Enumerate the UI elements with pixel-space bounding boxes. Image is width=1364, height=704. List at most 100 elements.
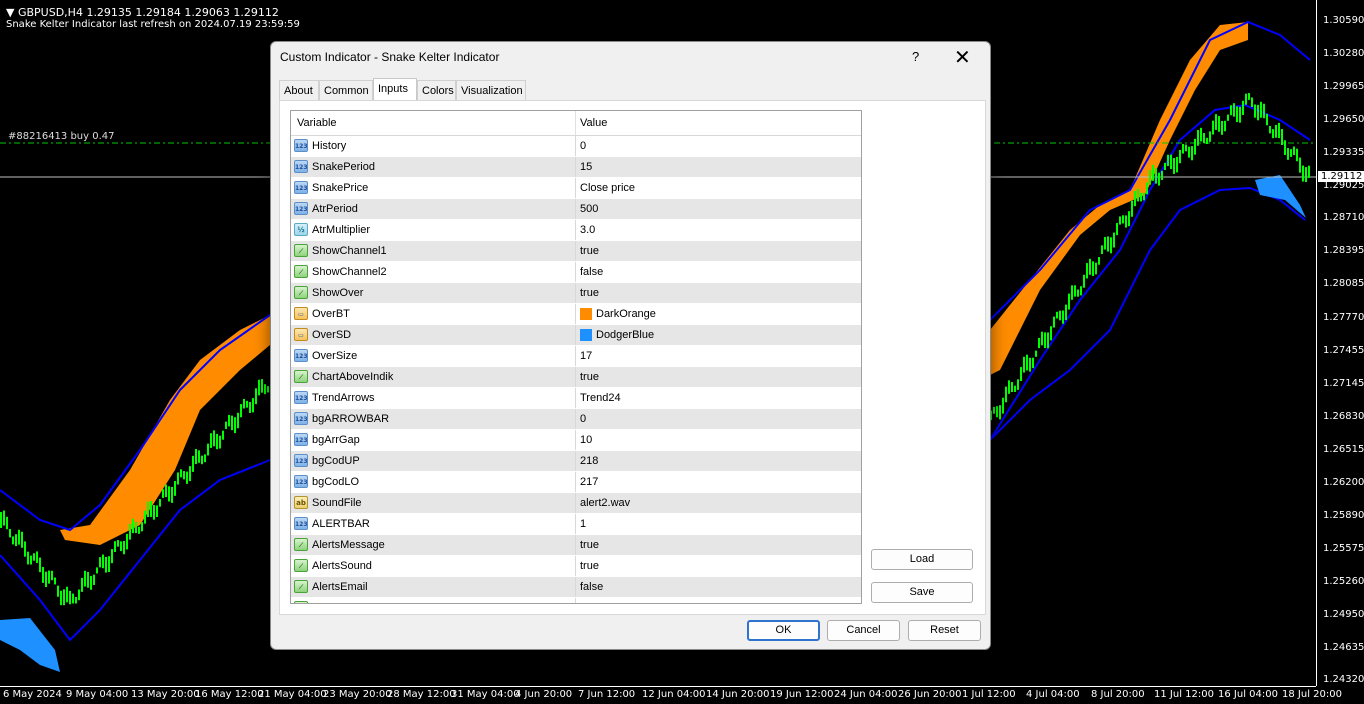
input-row[interactable]: ab SoundFile alert2.wav [291, 493, 861, 514]
input-row[interactable]: ⟋ ShowOver true [291, 283, 861, 304]
input-row[interactable]: ½ AtrMultiplier 3.0 [291, 220, 861, 241]
value-cell[interactable]: alert2.wav [575, 493, 861, 513]
input-row[interactable]: ▭ OverSD DodgerBlue [291, 325, 861, 346]
time-axis[interactable]: 6 May 2024 9 May 04:00 13 May 20:00 16 May … [0, 686, 1342, 704]
input-row[interactable]: 123 History 0 [291, 136, 861, 157]
variable-value[interactable]: DodgerBlue [596, 329, 654, 341]
candle [1035, 350, 1037, 357]
value-cell[interactable]: 0 [575, 409, 861, 429]
value-cell[interactable]: 17 [575, 346, 861, 366]
value-cell[interactable]: DarkOrange [575, 304, 861, 324]
input-row[interactable]: 123 bgARROWBAR 0 [291, 409, 861, 430]
input-row[interactable]: 123 bgCodLO 217 [291, 472, 861, 493]
color-swatch[interactable] [580, 329, 592, 341]
value-cell[interactable]: true [575, 283, 861, 303]
variable-value[interactable]: 17 [580, 350, 592, 362]
cancel-button[interactable]: Cancel [827, 620, 900, 641]
input-row[interactable]: 123 OverSize 17 [291, 346, 861, 367]
input-row[interactable]: 123 AtrPeriod 500 [291, 199, 861, 220]
variable-value[interactable]: 0 [580, 140, 586, 152]
variable-value[interactable]: Close price [580, 182, 635, 194]
candle [0, 512, 2, 528]
variable-value[interactable]: 3.0 [580, 224, 595, 236]
variable-value[interactable]: 0 [580, 413, 586, 425]
value-cell[interactable]: true [575, 241, 861, 261]
input-row[interactable]: ⟋ AlertsEmail false [291, 577, 861, 598]
value-cell[interactable]: 1 [575, 514, 861, 534]
input-row[interactable]: 123 ALERTBAR 1 [291, 514, 861, 535]
input-row[interactable]: ⟋ ShowChannel2 false [291, 262, 861, 283]
variable-value[interactable]: 10 [580, 434, 592, 446]
variable-value[interactable]: false [580, 602, 603, 603]
input-row[interactable]: ⟋ AlertsSound true [291, 556, 861, 577]
candle [1011, 382, 1013, 393]
tab-about[interactable]: About [279, 80, 319, 100]
close-icon[interactable]: ✕ [954, 45, 971, 70]
variable-value[interactable]: Trend24 [580, 392, 621, 404]
header-divider[interactable] [575, 111, 576, 135]
value-cell[interactable]: 217 [575, 472, 861, 492]
value-cell[interactable]: true [575, 556, 861, 576]
value-cell[interactable]: 3.0 [575, 220, 861, 240]
variable-value[interactable]: alert2.wav [580, 497, 630, 509]
tab-common[interactable]: Common [319, 80, 373, 100]
input-row[interactable]: ⟋ AlertsMessage true [291, 535, 861, 556]
candle [1065, 304, 1067, 321]
tab-visualization[interactable]: Visualization [456, 80, 526, 100]
variable-value[interactable]: true [580, 560, 599, 572]
value-cell[interactable]: 500 [575, 199, 861, 219]
load-button[interactable]: Load [871, 549, 973, 570]
input-row[interactable]: ▭ OverBT DarkOrange [291, 304, 861, 325]
candle [1047, 332, 1049, 349]
ok-button[interactable]: OK [747, 620, 820, 641]
candle [135, 521, 137, 534]
value-cell[interactable]: true [575, 367, 861, 387]
order-label[interactable]: #88216413 buy 0.47 [8, 131, 115, 142]
color-swatch[interactable] [580, 308, 592, 320]
value-cell[interactable]: 15 [575, 157, 861, 177]
symbol-menu-icon[interactable]: ▼ [6, 6, 14, 19]
value-cell[interactable]: 218 [575, 451, 861, 471]
value-cell[interactable]: 10 [575, 430, 861, 450]
variable-value[interactable]: true [580, 371, 599, 383]
variable-cell: ⟋ ShowChannel2 [291, 262, 575, 282]
value-cell[interactable]: Close price [575, 178, 861, 198]
input-row[interactable]: 123 TrendArrows Trend24 [291, 388, 861, 409]
variable-value[interactable]: true [580, 245, 599, 257]
input-row[interactable]: 123 SnakePeriod 15 [291, 157, 861, 178]
price-tick-label: 1.26515 [1323, 444, 1364, 455]
variable-value[interactable]: 218 [580, 455, 598, 467]
variable-value[interactable]: true [580, 539, 599, 551]
input-row[interactable]: ⟋ AlertsMobile false [291, 598, 861, 603]
tab-inputs[interactable]: Inputs [373, 78, 417, 101]
variable-value[interactable]: false [580, 266, 603, 278]
reset-button[interactable]: Reset [908, 620, 981, 641]
header-value[interactable]: Value [580, 117, 607, 129]
input-row[interactable]: 123 SnakePrice Close price [291, 178, 861, 199]
variable-value[interactable]: 15 [580, 161, 592, 173]
value-cell[interactable]: true [575, 535, 861, 555]
price-axis[interactable]: 1.30590 1.30280 1.29965 1.29650 1.29335 1.290… [1316, 0, 1364, 686]
candle [45, 571, 47, 588]
variable-value[interactable]: true [580, 287, 599, 299]
value-cell[interactable]: false [575, 598, 861, 603]
value-cell[interactable]: false [575, 262, 861, 282]
input-row[interactable]: 123 bgCodUP 218 [291, 451, 861, 472]
variable-name: SnakePrice [312, 182, 369, 194]
input-row[interactable]: ⟋ ChartAboveIndik true [291, 367, 861, 388]
variable-value[interactable]: 1 [580, 518, 586, 530]
tab-colors[interactable]: Colors [417, 80, 456, 100]
variable-value[interactable]: 217 [580, 476, 598, 488]
value-cell[interactable]: Trend24 [575, 388, 861, 408]
header-variable[interactable]: Variable [297, 117, 337, 129]
variable-value[interactable]: false [580, 581, 603, 593]
value-cell[interactable]: DodgerBlue [575, 325, 861, 345]
value-cell[interactable]: 0 [575, 136, 861, 156]
input-row[interactable]: 123 bgArrGap 10 [291, 430, 861, 451]
value-cell[interactable]: false [575, 577, 861, 597]
variable-value[interactable]: 500 [580, 203, 598, 215]
input-row[interactable]: ⟋ ShowChannel1 true [291, 241, 861, 262]
help-button[interactable]: ? [912, 49, 919, 64]
variable-value[interactable]: DarkOrange [596, 308, 656, 320]
save-button[interactable]: Save [871, 582, 973, 603]
